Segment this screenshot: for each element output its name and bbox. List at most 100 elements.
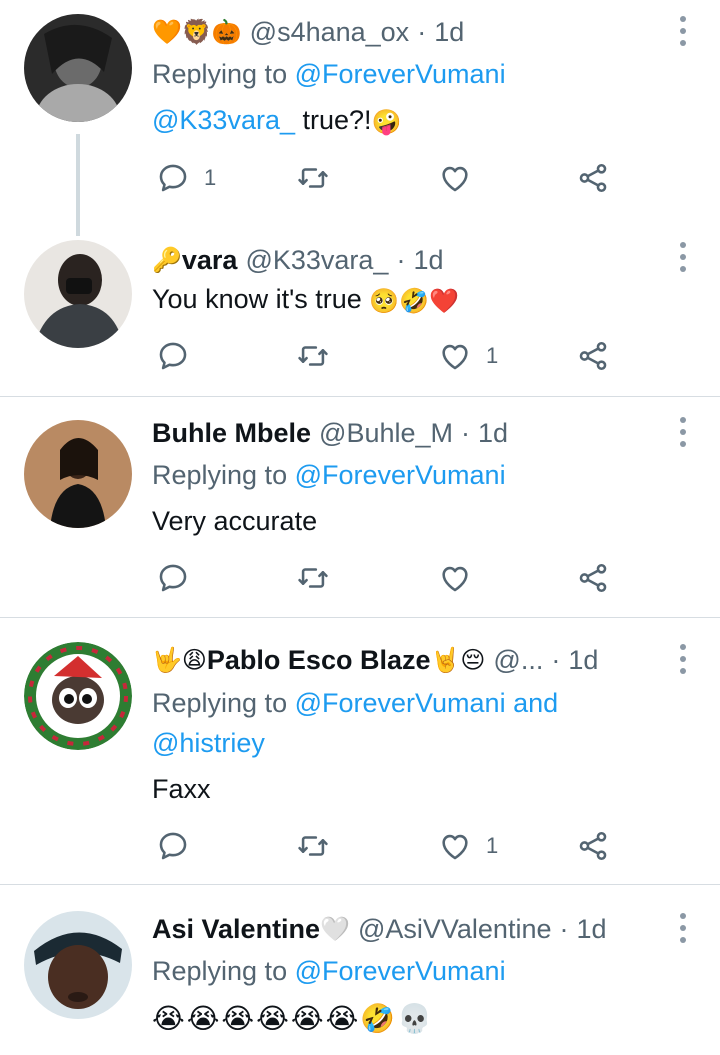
retweet-button[interactable] bbox=[296, 158, 330, 198]
replying-to-line: Replying to @ForeverVumani bbox=[152, 460, 506, 490]
separator-dot: · bbox=[551, 645, 561, 675]
more-options-icon[interactable] bbox=[676, 242, 690, 272]
tweet-header: Asi Valentine 🤍 @AsiVValentine · 1d bbox=[152, 911, 650, 947]
user-handle[interactable]: @AsiVValentine bbox=[358, 911, 552, 947]
like-count: 1 bbox=[486, 833, 499, 858]
like-button[interactable] bbox=[438, 558, 472, 598]
name-emojis: 🧡🦁🎃 bbox=[152, 18, 242, 46]
separator-dot: · bbox=[396, 245, 406, 275]
reply-button[interactable]: 1 bbox=[156, 158, 216, 198]
tweet[interactable]: Buhle Mbele @Buhle_M · 1d Replying to @F… bbox=[0, 397, 720, 617]
retweet-button[interactable] bbox=[296, 336, 330, 376]
tweet-text: @K33vara_ true?!🤪 bbox=[152, 101, 680, 141]
reply-count: 1 bbox=[204, 165, 217, 190]
like-button[interactable] bbox=[438, 158, 486, 198]
share-icon bbox=[576, 161, 610, 195]
replying-to-line: Replying to @ForeverVumani bbox=[152, 956, 506, 986]
more-options-icon[interactable] bbox=[676, 417, 690, 447]
thread-line bbox=[76, 134, 80, 236]
avatar[interactable] bbox=[24, 420, 132, 528]
reply-button[interactable] bbox=[156, 826, 190, 866]
text-emojis: 🤪 bbox=[371, 107, 402, 136]
share-icon bbox=[576, 829, 610, 863]
tweet-text: Very accurate bbox=[152, 506, 318, 536]
name-emojis: 🔑 bbox=[152, 246, 182, 274]
tweet[interactable]: 🧡🦁🎃 @s4hana_ox · 1d Replying to @Forever… bbox=[0, 0, 720, 236]
name-emojis: 🤟😩 bbox=[152, 646, 207, 674]
replying-to-line: Replying to @ForeverVumani and bbox=[152, 688, 559, 718]
timestamp[interactable]: 1d bbox=[576, 911, 606, 947]
tweet-text: 😭😭😭😭😭😭🤣💀 bbox=[152, 998, 680, 1038]
replying-to-line: Replying to @ForeverVumani bbox=[152, 59, 506, 89]
replying-and: and bbox=[505, 688, 559, 718]
display-name[interactable]: Buhle Mbele bbox=[152, 415, 311, 451]
avatar[interactable] bbox=[24, 14, 132, 122]
reply-icon bbox=[156, 561, 190, 595]
tweet-header: 🧡🦁🎃 @s4hana_ox · 1d bbox=[152, 14, 650, 50]
tweet-header: 🔑 vara @K33vara_ · 1d bbox=[152, 242, 650, 278]
tweet-actions: 1 bbox=[152, 336, 622, 376]
share-button[interactable] bbox=[576, 336, 610, 376]
user-handle[interactable]: @Buhle_M bbox=[319, 415, 453, 451]
tweet-text: You know it's true 🥺🤣❤️ bbox=[152, 280, 680, 320]
reply-button[interactable] bbox=[156, 558, 190, 598]
name-emojis: 🤍 bbox=[320, 915, 350, 943]
separator-dot: · bbox=[417, 17, 427, 47]
replying-to-link[interactable]: @ForeverVumani bbox=[295, 688, 506, 718]
like-icon bbox=[438, 339, 472, 373]
text-emojis: 😭😭😭😭😭😭🤣💀 bbox=[152, 1001, 435, 1035]
avatar[interactable] bbox=[24, 911, 132, 1019]
replying-to-link[interactable]: @ForeverVumani bbox=[295, 460, 506, 490]
display-name[interactable]: Asi Valentine bbox=[152, 911, 320, 947]
user-handle[interactable]: @s4hana_ox bbox=[250, 14, 410, 50]
separator-dot: · bbox=[559, 914, 569, 944]
retweet-icon bbox=[296, 161, 330, 195]
reply-icon bbox=[156, 339, 190, 373]
tweet[interactable]: Asi Valentine 🤍 @AsiVValentine · 1d Repl… bbox=[0, 885, 720, 1055]
mention-link[interactable]: @K33vara_ bbox=[152, 105, 295, 135]
like-count: 1 bbox=[486, 343, 499, 368]
user-handle[interactable]: @... bbox=[493, 642, 543, 678]
replying-to-line-2: @histriey bbox=[152, 724, 680, 762]
more-options-icon[interactable] bbox=[676, 913, 690, 943]
tweet-actions bbox=[152, 558, 622, 598]
reply-icon bbox=[156, 161, 190, 195]
tweet-actions: 1 bbox=[152, 158, 622, 198]
timestamp[interactable]: 1d bbox=[568, 642, 598, 678]
replying-to-link[interactable]: @histriey bbox=[152, 728, 265, 758]
like-button[interactable]: 1 bbox=[438, 826, 498, 866]
tweet[interactable]: 🔑 vara @K33vara_ · 1d You know it's true… bbox=[0, 236, 720, 396]
share-button[interactable] bbox=[576, 558, 610, 598]
retweet-button[interactable] bbox=[296, 826, 330, 866]
reply-button[interactable] bbox=[156, 336, 204, 376]
share-button[interactable] bbox=[576, 158, 610, 198]
timestamp[interactable]: 1d bbox=[434, 14, 464, 50]
avatar[interactable] bbox=[24, 642, 132, 750]
replying-to-link[interactable]: @ForeverVumani bbox=[295, 59, 506, 89]
separator-dot: · bbox=[461, 418, 471, 448]
more-options-icon[interactable] bbox=[676, 644, 690, 674]
share-button[interactable] bbox=[576, 826, 610, 866]
tweet-text: Faxx bbox=[152, 774, 211, 804]
timestamp[interactable]: 1d bbox=[413, 242, 443, 278]
display-name[interactable]: Pablo Esco Blaze bbox=[207, 642, 431, 678]
replying-to-link[interactable]: @ForeverVumani bbox=[295, 956, 506, 986]
like-button[interactable]: 1 bbox=[438, 336, 498, 376]
user-handle[interactable]: @K33vara_ bbox=[245, 242, 388, 278]
like-icon bbox=[438, 829, 472, 863]
retweet-button[interactable] bbox=[296, 558, 330, 598]
timestamp[interactable]: 1d bbox=[478, 415, 508, 451]
more-options-icon[interactable] bbox=[676, 16, 690, 46]
tweet-actions: 1 bbox=[152, 826, 622, 866]
avatar[interactable] bbox=[24, 240, 132, 348]
name-emojis-after: 🤘😔 bbox=[430, 646, 486, 674]
share-icon bbox=[576, 339, 610, 373]
retweet-icon bbox=[296, 561, 330, 595]
text-emojis: 🥺🤣❤️ bbox=[369, 286, 459, 315]
retweet-icon bbox=[296, 829, 330, 863]
tweet[interactable]: 🤟😩 Pablo Esco Blaze 🤘😔 @... · 1d Replyin… bbox=[0, 618, 720, 884]
like-icon bbox=[438, 161, 472, 195]
retweet-icon bbox=[296, 339, 330, 373]
share-icon bbox=[576, 561, 610, 595]
display-name[interactable]: vara bbox=[182, 242, 238, 278]
